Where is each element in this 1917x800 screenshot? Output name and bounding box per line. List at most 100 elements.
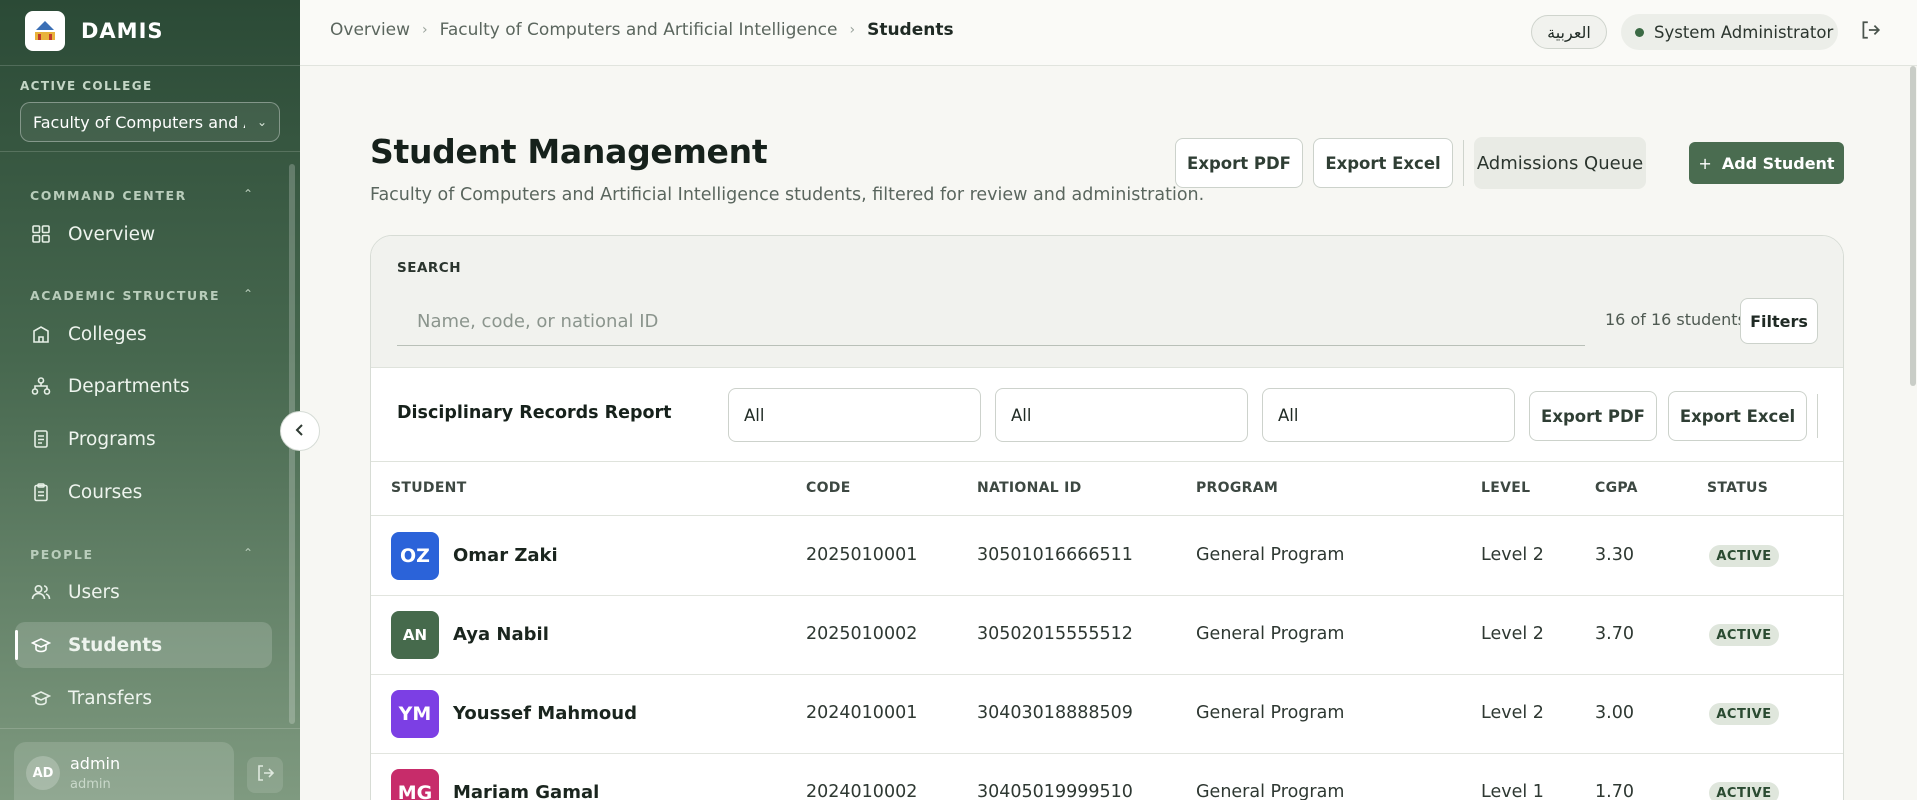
column-header-status[interactable]: STATUS xyxy=(1707,480,1768,496)
breadcrumb-college[interactable]: Faculty of Computers and Artificial Inte… xyxy=(440,20,838,40)
section-label-command-center: COMMAND CENTER xyxy=(30,188,187,203)
hierarchy-icon xyxy=(30,375,52,397)
avatar: MG xyxy=(391,769,439,800)
report-export-excel-button[interactable]: Export Excel xyxy=(1668,391,1807,441)
chevron-up-icon[interactable]: ⌃ xyxy=(243,287,253,301)
plus-icon: + xyxy=(1698,153,1712,173)
table-header: STUDENT CODE NATIONAL ID PROGRAM LEVEL C… xyxy=(371,462,1843,516)
sidebar-divider xyxy=(0,151,300,152)
column-header-code[interactable]: CODE xyxy=(806,480,851,496)
student-national-id: 30405019999510 xyxy=(977,782,1133,800)
search-input[interactable] xyxy=(397,298,1585,346)
avatar: OZ xyxy=(391,532,439,580)
chevron-up-icon[interactable]: ⌃ xyxy=(243,546,253,560)
add-student-label: Add Student xyxy=(1721,153,1835,173)
role-label: System Administrator xyxy=(1654,22,1834,42)
chevron-down-icon: ⌄ xyxy=(256,115,267,129)
sidebar-item-users[interactable]: Users xyxy=(15,569,272,615)
breadcrumb-current: Students xyxy=(867,20,954,40)
column-header-national-id[interactable]: NATIONAL ID xyxy=(977,480,1082,496)
student-code: 2024010002 xyxy=(806,782,918,800)
college-select[interactable]: Faculty of Computers and Artificial Inte… xyxy=(20,102,280,142)
table-row[interactable]: YM Youssef Mahmoud 2024010001 3040301888… xyxy=(371,675,1843,754)
clipboard-icon xyxy=(30,481,52,503)
sidebar-divider xyxy=(0,728,300,729)
language-toggle-button[interactable]: العربية xyxy=(1531,15,1607,49)
logout-button[interactable] xyxy=(1855,17,1885,47)
admissions-queue-button[interactable]: Admissions Queue xyxy=(1474,137,1646,189)
status-badge: ACTIVE xyxy=(1709,545,1779,567)
student-cgpa: 1.70 xyxy=(1595,782,1634,800)
user-card[interactable]: AD admin admin xyxy=(14,742,234,800)
page-subtitle: Faculty of Computers and Artificial Inte… xyxy=(370,185,1205,205)
status-badge: ACTIVE xyxy=(1709,624,1779,646)
chevron-left-icon xyxy=(293,422,307,441)
student-program: General Program xyxy=(1196,624,1345,644)
student-name[interactable]: Mariam Gamal xyxy=(453,782,599,800)
students-card: SEARCH 16 of 16 students Filters Discipl… xyxy=(370,235,1844,800)
column-header-student[interactable]: STUDENT xyxy=(391,480,467,496)
sidebar-item-label: Departments xyxy=(68,375,190,397)
disciplinary-report-bar: Disciplinary Records Report All All All … xyxy=(371,368,1843,462)
sidebar-item-programs[interactable]: Programs xyxy=(15,416,272,462)
table-row[interactable]: MG Mariam Gamal 2024010002 3040501999951… xyxy=(371,754,1843,800)
table-row[interactable]: AN Aya Nabil 2025010002 30502015555512 G… xyxy=(371,596,1843,675)
student-name[interactable]: Youssef Mahmoud xyxy=(453,703,637,724)
sidebar-item-courses[interactable]: Courses xyxy=(15,469,272,515)
page-scrollbar[interactable] xyxy=(1910,66,1916,386)
report-filter-select-1[interactable]: All xyxy=(728,388,981,442)
sidebar-item-transfers[interactable]: Transfers xyxy=(15,675,272,721)
chevron-right-icon: › xyxy=(422,22,428,38)
add-student-button[interactable]: + Add Student xyxy=(1689,142,1844,184)
sidebar-collapse-button[interactable] xyxy=(280,411,320,451)
export-excel-button[interactable]: Export Excel xyxy=(1313,138,1453,188)
status-badge: ACTIVE xyxy=(1709,782,1779,800)
table-row[interactable]: OZ Omar Zaki 2025010001 30501016666511 G… xyxy=(371,517,1843,596)
breadcrumb: Overview › Faculty of Computers and Arti… xyxy=(330,20,954,40)
search-panel: SEARCH 16 of 16 students Filters xyxy=(371,236,1843,368)
sidebar-item-label: Colleges xyxy=(68,323,147,345)
sidebar-item-students[interactable]: Students xyxy=(15,622,272,668)
report-title: Disciplinary Records Report xyxy=(397,403,672,423)
sidebar-item-label: Students xyxy=(68,634,163,656)
sidebar-logout-button[interactable] xyxy=(247,757,283,793)
column-header-program[interactable]: PROGRAM xyxy=(1196,480,1278,496)
column-header-level[interactable]: LEVEL xyxy=(1481,480,1530,496)
student-national-id: 30502015555512 xyxy=(977,624,1133,644)
student-program: General Program xyxy=(1196,703,1345,723)
student-level: Level 1 xyxy=(1481,782,1544,800)
avatar: AN xyxy=(391,611,439,659)
sidebar-item-label: Transfers xyxy=(68,687,153,709)
export-pdf-button[interactable]: Export PDF xyxy=(1175,138,1303,188)
sidebar-item-overview[interactable]: Overview xyxy=(15,211,272,257)
sidebar-item-label: Programs xyxy=(68,428,156,450)
header-divider xyxy=(1463,140,1464,186)
student-name[interactable]: Aya Nabil xyxy=(453,624,549,645)
student-national-id: 30403018888509 xyxy=(977,703,1133,723)
brand[interactable]: DAMIS xyxy=(25,11,164,51)
role-badge[interactable]: System Administrator xyxy=(1621,14,1838,50)
report-filter-select-3[interactable]: All xyxy=(1262,388,1515,442)
student-level: Level 2 xyxy=(1481,703,1544,723)
users-icon xyxy=(30,581,52,603)
report-filter-select-2[interactable]: All xyxy=(995,388,1248,442)
sidebar-item-departments[interactable]: Departments xyxy=(15,363,272,409)
student-program: General Program xyxy=(1196,545,1345,565)
sidebar-item-label: Overview xyxy=(68,223,156,245)
logout-icon xyxy=(1859,19,1881,45)
sidebar-item-colleges[interactable]: Colleges xyxy=(15,311,272,357)
chevron-up-icon[interactable]: ⌃ xyxy=(243,187,253,201)
student-name[interactable]: Omar Zaki xyxy=(453,545,558,566)
breadcrumb-overview[interactable]: Overview xyxy=(330,20,410,40)
student-cgpa: 3.30 xyxy=(1595,545,1634,565)
column-header-cgpa[interactable]: CGPA xyxy=(1595,480,1638,496)
avatar: AD xyxy=(26,756,60,790)
student-national-id: 30501016666511 xyxy=(977,545,1133,565)
filters-button[interactable]: Filters xyxy=(1740,298,1818,344)
building-icon xyxy=(30,323,52,345)
logout-icon xyxy=(255,763,275,787)
report-export-pdf-button[interactable]: Export PDF xyxy=(1529,391,1657,441)
user-name: admin xyxy=(70,754,121,773)
page-title: Student Management xyxy=(370,132,768,171)
student-level: Level 2 xyxy=(1481,545,1544,565)
